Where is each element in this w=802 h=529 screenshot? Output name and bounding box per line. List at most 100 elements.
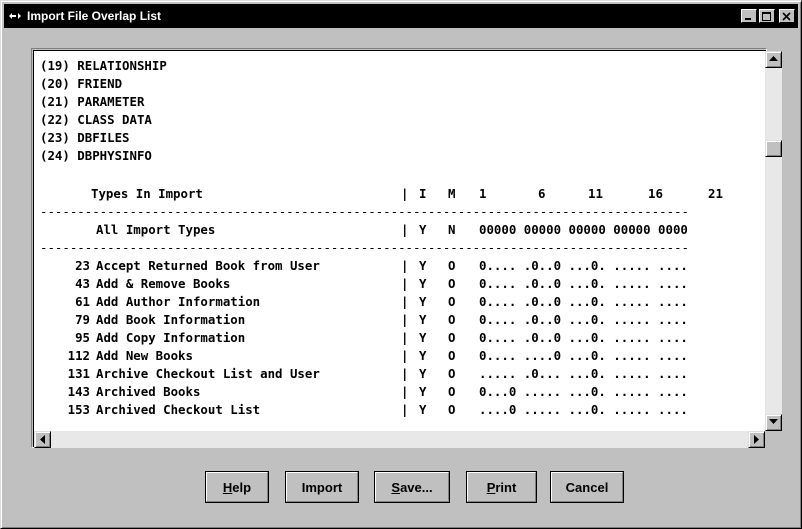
row-number: 95 [75,330,90,345]
column-divider: | [759,383,760,401]
arrow-down-icon [769,419,778,424]
header-col-21: 21 [708,186,723,201]
column-divider: | [759,185,760,203]
column-divider: | [759,275,760,293]
column-divider: | [759,221,760,239]
separator: ----------------------------------------… [40,240,690,255]
row-m-flag: O [448,384,456,399]
row-type-name: Add & Remove Books [96,276,231,291]
column-divider: | [401,366,409,381]
maximize-button[interactable] [759,9,775,23]
row-m-flag: O [448,294,456,309]
row-number: 23 [75,258,90,273]
scroll-down-button[interactable] [765,414,782,431]
title-bar[interactable]: Import File Overlap List [4,4,798,28]
row-i-flag: Y [419,276,427,291]
header-col-11: 11 [588,186,603,201]
row-i-flag: Y [419,294,427,309]
save-button[interactable]: Save... [374,471,450,503]
row-i-flag: Y [419,258,427,273]
row-type-name: Archived Books [96,384,201,399]
header-i: I [419,186,427,201]
row-type-name: Archive Checkout List and User [96,366,320,381]
row-overlap-values: 0.... .0..0 ...0. ..... .... [479,312,688,327]
scroll-left-button[interactable] [34,431,51,448]
row-number: 143 [67,384,90,399]
column-divider: | [759,347,760,365]
app-icon[interactable] [7,8,23,24]
row-overlap-values: ....0 ..... ...0. ..... .... [479,402,688,417]
row-number: 43 [75,276,90,291]
arrow-right-icon [754,435,759,444]
header-types: Types In Import [91,186,203,201]
separator: ----------------------------------------… [40,204,690,219]
row-overlap-values: 0.... .0..0 ...0. ..... .... [479,258,688,273]
column-divider: | [401,402,409,417]
close-button[interactable] [779,9,795,23]
column-divider: | [759,329,760,347]
row-number: 79 [75,312,90,327]
header-col-6: 6 [538,186,546,201]
row-type-name: Add Copy Information [96,330,246,345]
row-m-flag: O [448,258,456,273]
row-i-flag: Y [419,366,427,381]
close-icon [782,12,791,21]
type-line: (19) RELATIONSHIP [40,58,167,73]
all-types-m: N [448,222,456,237]
row-i-flag: Y [419,384,427,399]
help-button[interactable]: Help [205,471,269,503]
window-title: Import File Overlap List [27,9,162,23]
scroll-right-button[interactable] [748,431,765,448]
column-divider: | [759,365,760,383]
row-overlap-values: 0.... .0..0 ...0. ..... .... [479,294,688,309]
scroll-corner [765,431,782,448]
header-col-16: 16 [648,186,663,201]
row-type-name: Archived Checkout List [96,402,261,417]
arrow-left-icon [40,435,45,444]
row-overlap-values: ..... .0... ...0. ..... .... [479,366,688,381]
row-m-flag: O [448,276,456,291]
import-button[interactable]: Import [285,471,359,503]
arrow-up-icon [769,56,778,61]
vertical-scrollbar[interactable] [765,51,782,431]
type-line: (24) DBPHYSINFO [40,148,152,163]
minimize-button[interactable] [741,9,757,23]
vertical-scroll-thumb[interactable] [765,140,782,157]
row-m-flag: O [448,312,456,327]
print-button[interactable]: Print [466,471,537,503]
row-m-flag: O [448,330,456,345]
column-divider: | [401,276,409,291]
minimize-icon [745,18,751,20]
row-number: 61 [75,294,90,309]
header-m: M [448,186,456,201]
row-overlap-values: 0.... .0..0 ...0. ..... .... [479,330,688,345]
type-line: (20) FRIEND [40,76,123,91]
row-i-flag: Y [419,330,427,345]
column-divider: | [759,257,760,275]
row-overlap-values: 0.... ....0 ...0. ..... .... [479,348,688,363]
all-types-i: Y [419,222,427,237]
row-number: 153 [67,402,90,417]
listing-frame: (19) RELATIONSHIP (20) FRIEND (21) PARAM… [31,48,782,448]
row-number: 131 [67,366,90,381]
type-line: (21) PARAMETER [40,94,145,109]
row-type-name: Add Book Information [96,312,246,327]
all-types-label: All Import Types [96,222,216,237]
horizontal-scrollbar[interactable] [34,431,782,448]
column-divider: | [759,293,760,311]
row-m-flag: O [448,366,456,381]
row-type-name: Accept Returned Book from User [96,258,320,273]
maximize-icon [762,12,771,21]
row-type-name: Add New Books [96,348,193,363]
header-col-1: 1 [479,186,487,201]
column-divider: | [401,384,409,399]
column-divider: | [401,312,409,327]
type-line: (22) CLASS DATA [40,112,152,127]
column-divider: | [401,258,409,273]
scroll-up-button[interactable] [765,51,782,68]
overlap-listing[interactable]: (19) RELATIONSHIP (20) FRIEND (21) PARAM… [34,51,760,431]
cancel-button[interactable]: Cancel [550,471,624,503]
column-divider: | [401,330,409,345]
row-i-flag: Y [419,312,427,327]
type-line: (23) DBFILES [40,130,130,145]
